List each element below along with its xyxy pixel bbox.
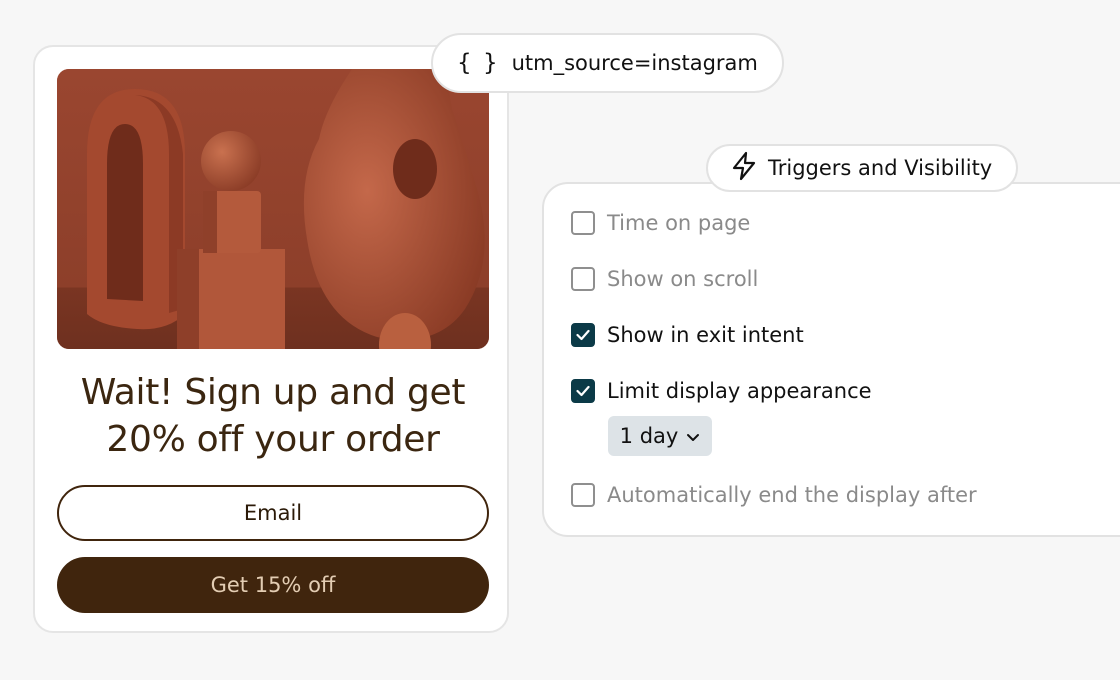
option-label: Limit display appearance — [607, 379, 872, 403]
checkmark-icon — [576, 385, 590, 397]
exit-intent-checkbox[interactable] — [571, 323, 595, 347]
popup-preview-card: Wait! Sign up and get 20% off your order… — [33, 45, 509, 633]
lightning-icon — [730, 151, 758, 186]
option-label: Automatically end the display after — [607, 483, 977, 507]
chevron-down-icon — [686, 424, 700, 448]
limit-duration-value: 1 day — [619, 424, 679, 448]
limit-display-checkbox[interactable] — [571, 379, 595, 403]
braces-icon: { } — [457, 50, 500, 76]
utm-source-label: utm_source=instagram — [511, 51, 758, 75]
utm-source-chip: { } utm_source=instagram — [431, 33, 784, 93]
triggers-title-chip: Triggers and Visibility — [706, 144, 1019, 192]
get-discount-button[interactable]: Get 15% off — [57, 557, 489, 613]
option-auto-end[interactable]: Automatically end the display after — [571, 483, 977, 507]
stage: Wait! Sign up and get 20% off your order… — [0, 0, 1120, 680]
option-exit-intent[interactable]: Show in exit intent — [571, 323, 804, 347]
checkmark-icon — [576, 329, 590, 341]
option-label: Show in exit intent — [607, 323, 804, 347]
hero-image — [57, 69, 489, 349]
option-time-on-page[interactable]: Time on page — [571, 211, 750, 235]
email-field[interactable]: Email — [57, 485, 489, 541]
limit-duration-select[interactable]: 1 day — [608, 416, 712, 456]
show-on-scroll-checkbox[interactable] — [571, 267, 595, 291]
option-show-on-scroll[interactable]: Show on scroll — [571, 267, 758, 291]
option-label: Show on scroll — [607, 267, 759, 291]
option-label: Time on page — [607, 211, 751, 235]
option-limit-display[interactable]: Limit display appearance — [571, 379, 872, 403]
popup-headline: Wait! Sign up and get 20% off your order — [80, 372, 466, 460]
triggers-title: Triggers and Visibility — [768, 156, 993, 180]
time-on-page-checkbox[interactable] — [571, 211, 595, 235]
auto-end-checkbox[interactable] — [571, 483, 595, 507]
